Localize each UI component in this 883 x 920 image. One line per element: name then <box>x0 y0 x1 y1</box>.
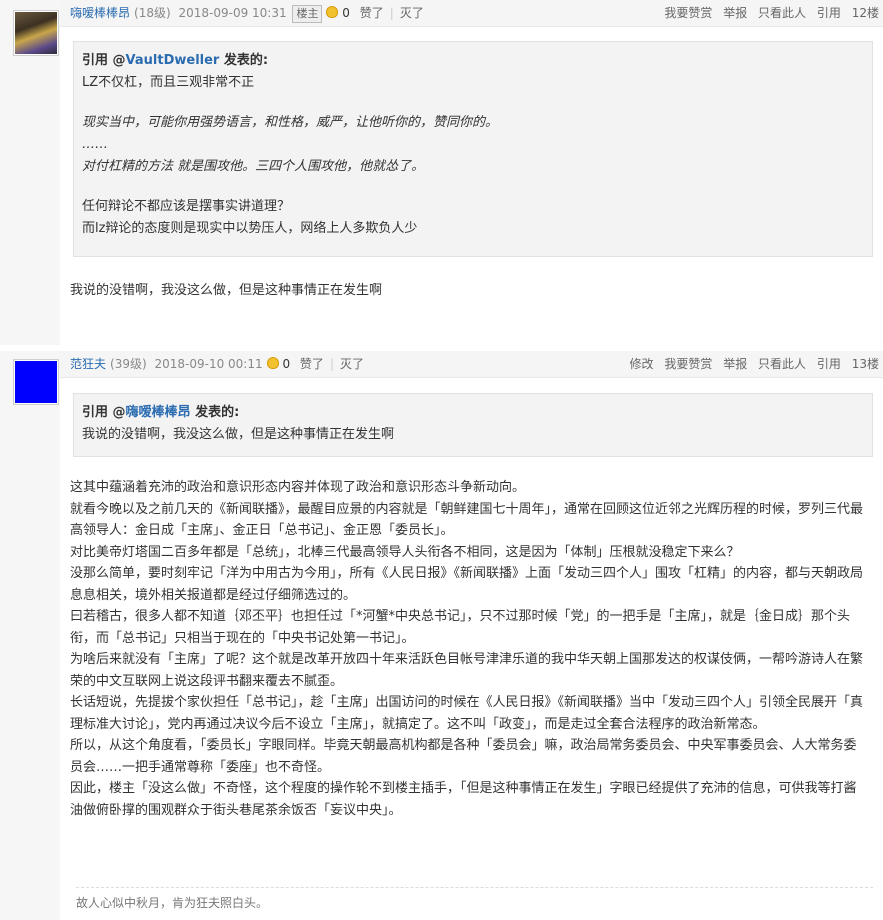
post-actions: 我要赞赏 举报 只看此人 引用 12楼 <box>657 0 879 26</box>
report-button[interactable]: 举报 <box>723 357 747 371</box>
quote-line: 对付杠精的方法 就是围攻他。三四个人围攻他，他就怂了。 <box>82 159 425 174</box>
floor-number: 12楼 <box>851 6 879 20</box>
dislike-button[interactable]: 灭了 <box>340 357 364 371</box>
only-this-user-button[interactable]: 只看此人 <box>758 6 806 20</box>
user-signature: 故人心似中秋月，肯为狂夫照白头。 <box>76 887 873 911</box>
content-paragraph: 我说的没错啊，我没这么做，但是这种事情正在发生啊 <box>70 283 383 298</box>
quote-button[interactable]: 引用 <box>817 6 841 20</box>
avatar[interactable] <box>13 359 59 405</box>
post-author-column <box>0 0 60 345</box>
content-paragraph: 曰若稽古，很多人都不知道｛邓丕平｝也担任过「*河蟹*中央总书记」，只不过那时候「… <box>70 609 851 646</box>
post-author-column <box>0 351 60 920</box>
like-count: 0 <box>342 6 350 20</box>
lightbulb-icon <box>326 6 339 18</box>
reward-button[interactable]: 我要赞赏 <box>664 357 712 371</box>
quote-block: 引用 @嗨嗳棒棒昂 发表的: 我说的没错啊，我没这么做，但是这种事情正在发生啊 <box>73 393 873 457</box>
dislike-button[interactable]: 灭了 <box>400 6 424 20</box>
quote-spacer <box>82 94 862 112</box>
avatar-image <box>15 361 57 403</box>
content-paragraph: 所以，从这个角度看，「委员长」字眼同样。毕竟天朝最高机构都是各种「委员会」嘛，政… <box>70 738 857 775</box>
post-datetime: 2018-09-10 00:11 <box>154 357 263 371</box>
only-this-user-button[interactable]: 只看此人 <box>758 357 806 371</box>
post-meta: 嗨嗳棒棒昂 (18级) 2018-09-09 10:31 楼主 0 赞了 | 灭了 <box>70 0 424 26</box>
edit-button[interactable]: 修改 <box>630 357 654 371</box>
avatar[interactable] <box>13 10 59 56</box>
content-paragraph: 因此，楼主「没这么做」不奇怪，这个程度的操作轮不到楼主插手，「但是这种事情正在发… <box>70 781 857 818</box>
content-paragraph: 对比美帝灯塔国二百多年都是「总统」，北棒三代最高领导人头衔各不相同，这是因为「体… <box>70 544 740 560</box>
quote-line: 而lz辩论的态度则是现实中以势压人，网络上人多欺负人少 <box>82 221 418 236</box>
post-actions: 修改 我要赞赏 举报 只看此人 引用 13楼 <box>623 351 880 377</box>
like-button[interactable]: 赞了 <box>360 6 384 20</box>
divider: | <box>329 357 334 371</box>
post-body: 范狂夫 (39级) 2018-09-10 00:11 0 赞了 | 灭了 修改 我要赞… <box>60 351 883 920</box>
post-meta: 范狂夫 (39级) 2018-09-10 00:11 0 赞了 | 灭了 <box>70 351 364 377</box>
quote-button[interactable]: 引用 <box>817 357 841 371</box>
post-header: 嗨嗳棒棒昂 (18级) 2018-09-09 10:31 楼主 0 赞了 | 灭了 我… <box>60 0 883 27</box>
quote-suffix: 发表的: <box>219 53 269 68</box>
content-paragraph: 长话短说，先提拔个家伙担任「总书记」，趁「主席」出国访问的时候在《人民日报》《新… <box>70 695 864 732</box>
quote-block: 引用 @VaultDweller 发表的: LZ不仅杠，而且三观非常不正 现实当… <box>73 41 873 257</box>
content-paragraph: 为啥后来就没有「主席」了呢？这个就是改革开放四十年来活跃色目帐号津津乐道的我中华… <box>70 652 864 689</box>
quoted-username[interactable]: VaultDweller <box>126 53 220 68</box>
lightbulb-icon <box>266 357 279 369</box>
post-datetime: 2018-09-09 10:31 <box>178 6 287 20</box>
quoted-username[interactable]: 嗨嗳棒棒昂 <box>126 405 191 420</box>
post-floor-13: 范狂夫 (39级) 2018-09-10 00:11 0 赞了 | 灭了 修改 我要赞… <box>0 351 883 920</box>
username-link[interactable]: 嗨嗳棒棒昂 <box>70 6 130 20</box>
post-body: 嗨嗳棒棒昂 (18级) 2018-09-09 10:31 楼主 0 赞了 | 灭了 我… <box>60 0 883 345</box>
quote-line: …… <box>82 137 108 152</box>
quote-spacer <box>82 178 862 196</box>
quote-line: 现实当中，可能你用强势语言，和性格，威严，让他听你的，赞同你的。 <box>82 115 499 130</box>
post-content: 我说的没错啊，我没这么做，但是这种事情正在发生啊 <box>70 280 869 302</box>
like-button[interactable]: 赞了 <box>300 357 324 371</box>
content-paragraph: 没那么简单，要时刻牢记「洋为中用古为今用」，所有《人民日报》《新闻联播》上面「发… <box>70 566 864 603</box>
post-content: 这其中蕴涵着充沛的政治和意识形态内容并体现了政治和意识形态斗争新动向。 就看今晚… <box>70 477 869 821</box>
quote-line: 任何辩论不都应该是摆事实讲道理？ <box>82 199 291 214</box>
content-paragraph: 这其中蕴涵着充沛的政治和意识形态内容并体现了政治和意识形态斗争新动向。 <box>70 480 526 495</box>
user-level: (39级) <box>110 357 147 371</box>
report-button[interactable]: 举报 <box>723 6 747 20</box>
avatar-image <box>15 12 57 54</box>
quote-prefix: 引用 @ <box>82 53 126 68</box>
content-paragraph: 就看今晚以及之前几天的《新闻联播》，最醒目应景的内容就是「朝鲜建国七十周年」，通… <box>70 501 864 539</box>
quote-line: LZ不仅杠，而且三观非常不正 <box>82 75 255 90</box>
like-count: 0 <box>282 357 291 371</box>
quote-prefix: 引用 @ <box>82 405 126 420</box>
post-header: 范狂夫 (39级) 2018-09-10 00:11 0 赞了 | 灭了 修改 我要赞… <box>60 351 883 378</box>
quote-line: 我说的没错啊，我没这么做，但是这种事情正在发生啊 <box>82 427 395 442</box>
quote-suffix: 发表的: <box>190 405 240 420</box>
username-link[interactable]: 范狂夫 <box>70 357 106 371</box>
quote-title: 引用 @VaultDweller 发表的: <box>82 50 862 72</box>
quote-title: 引用 @嗨嗳棒棒昂 发表的: <box>82 402 862 424</box>
post-floor-12: 嗨嗳棒棒昂 (18级) 2018-09-09 10:31 楼主 0 赞了 | 灭了 我… <box>0 0 883 345</box>
floor-number: 13楼 <box>851 357 879 371</box>
user-level: (18级) <box>134 6 171 20</box>
divider: | <box>389 6 394 20</box>
reward-button[interactable]: 我要赞赏 <box>664 6 712 20</box>
owner-badge: 楼主 <box>292 5 323 23</box>
